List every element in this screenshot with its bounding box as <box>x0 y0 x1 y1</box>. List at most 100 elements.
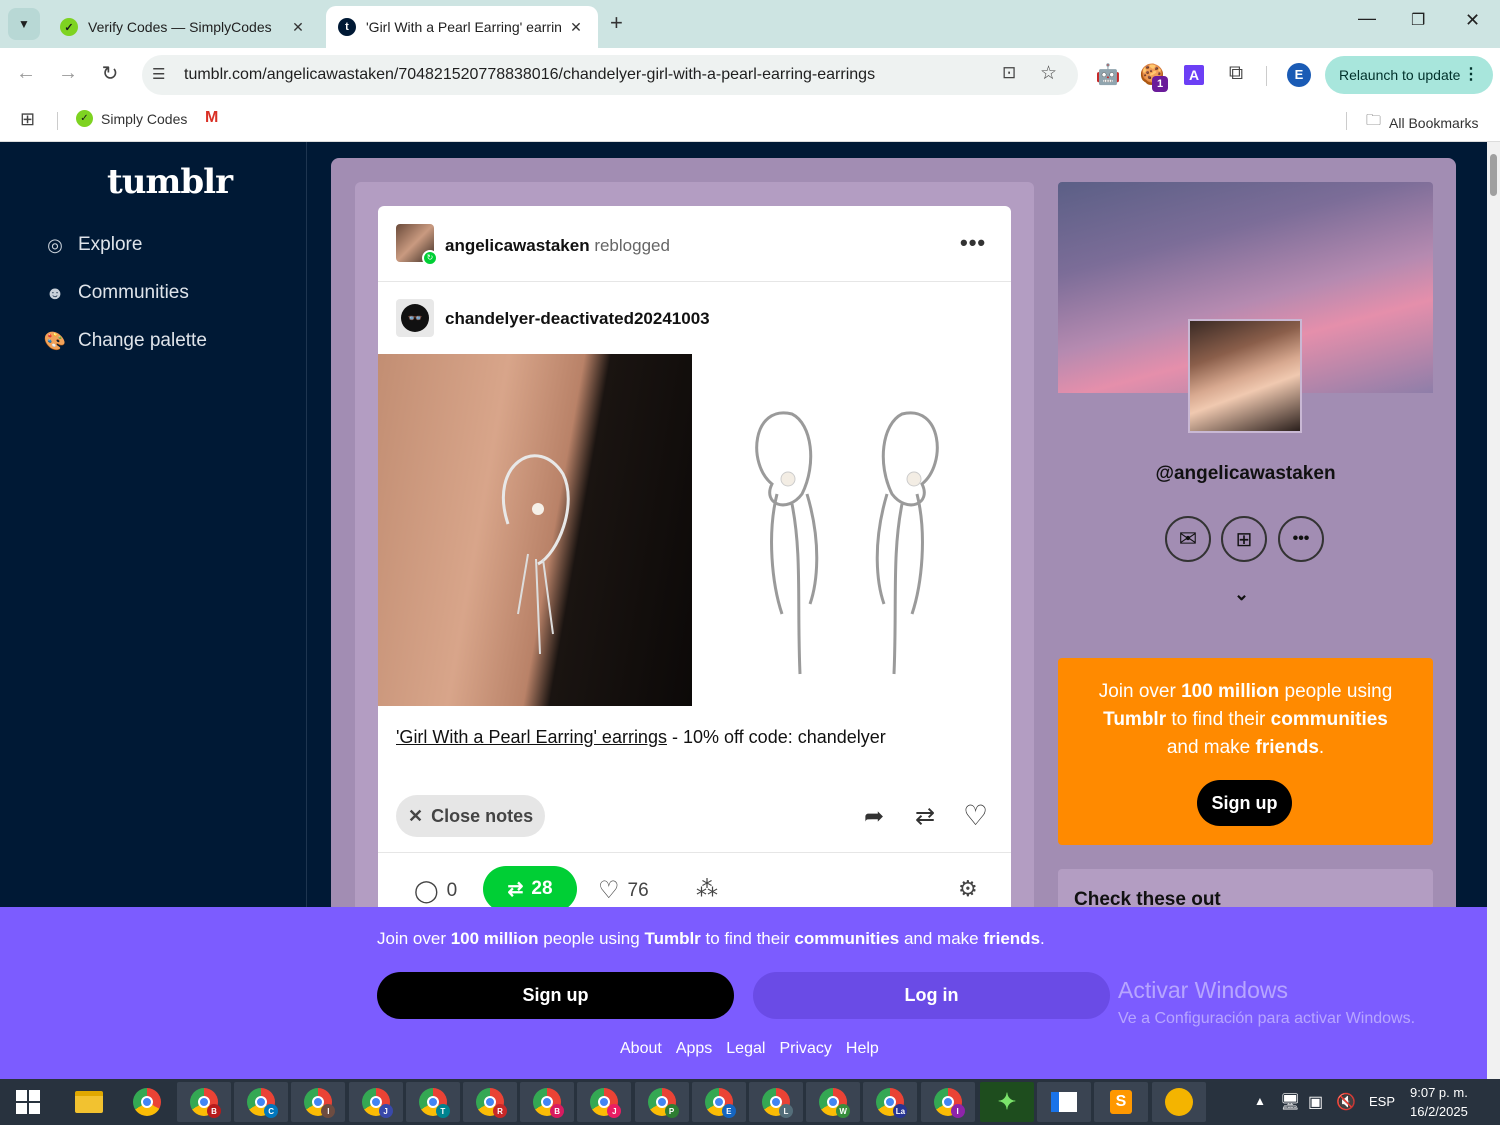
extension-a-icon[interactable]: A <box>1184 65 1204 85</box>
relaunch-button[interactable]: Relaunch to update ⋮ <box>1325 56 1493 94</box>
reload-icon[interactable]: ↻ <box>96 61 124 86</box>
taskbar-chrome-window[interactable]: B <box>177 1082 231 1122</box>
new-tab-button[interactable]: + <box>610 10 623 36</box>
taskbar-chrome-window[interactable]: La <box>863 1082 918 1122</box>
page-scrollbar[interactable] <box>1487 142 1500 1079</box>
close-icon[interactable]: ✕ <box>566 19 586 36</box>
footer-link-about[interactable]: About <box>620 1040 662 1058</box>
promo-text-part: 100 million <box>1181 681 1280 702</box>
gmail-icon[interactable]: M <box>205 109 218 127</box>
nav-label: Communities <box>78 282 189 303</box>
profile-badge: P <box>664 1104 679 1118</box>
extensions-puzzle-icon[interactable]: ⧉ <box>1222 62 1250 85</box>
filter-sliders-icon[interactable]: ⚙ <box>958 876 978 902</box>
menu-dots-icon[interactable]: ⋮ <box>1463 64 1479 84</box>
promo-signup-button[interactable]: Sign up <box>1197 780 1292 826</box>
taskbar-chrome-window[interactable]: P <box>634 1082 689 1122</box>
earrings-product-photo[interactable] <box>692 354 1011 706</box>
address-bar[interactable]: ☰ tumblr.com/angelicawastaken/7048215207… <box>142 55 1078 95</box>
more-options-icon[interactable]: ••• <box>960 230 986 256</box>
profile-badge: L <box>779 1104 793 1118</box>
banner-signup-button[interactable]: Sign up <box>377 972 734 1019</box>
minimize-button[interactable]: — <box>1358 8 1376 29</box>
reblogger-name[interactable]: angelicawastaken <box>445 236 590 255</box>
heart-icon[interactable]: ♡ <box>963 799 988 832</box>
all-bookmarks[interactable]: 🗀 All Bookmarks <box>1366 110 1478 135</box>
taskbar-chrome-window[interactable]: L <box>749 1082 803 1122</box>
back-icon[interactable]: ← <box>12 62 40 85</box>
network-icon[interactable]: 🖥 <box>1280 1092 1300 1112</box>
install-icon[interactable]: ⊡ <box>1002 63 1016 83</box>
reblog-icon[interactable]: ⇄ <box>915 802 935 831</box>
banner-login-button[interactable]: Log in <box>753 972 1110 1019</box>
taskbar-app-window[interactable] <box>1037 1082 1091 1122</box>
tray-chevron-icon[interactable]: ▲ <box>1254 1094 1266 1108</box>
nav-explore[interactable]: ◎ Explore <box>44 234 142 256</box>
share-icon[interactable]: ➦ <box>864 802 884 831</box>
nav-label: Change palette <box>78 330 207 351</box>
notes-tab-likes[interactable]: ♡ 76 <box>598 876 649 905</box>
taskbar-chrome-window[interactable]: R <box>463 1082 517 1122</box>
file-explorer-icon[interactable] <box>75 1091 103 1113</box>
chrome-icon[interactable] <box>133 1088 161 1116</box>
volume-muted-icon[interactable]: 🔇 <box>1336 1092 1356 1112</box>
taskbar-app-face[interactable] <box>1152 1082 1206 1122</box>
taskbar-chrome-window[interactable]: W <box>806 1082 861 1122</box>
close-icon[interactable]: ✕ <box>288 19 308 36</box>
close-notes-button[interactable]: ✕ Close notes <box>396 795 546 837</box>
scrollbar-thumb[interactable] <box>1490 154 1497 196</box>
forward-icon[interactable]: → <box>54 62 82 85</box>
chevron-down-icon[interactable]: ⌄ <box>1234 584 1249 605</box>
clock[interactable]: 9:07 p. m. 16/2/2025 <box>1410 1083 1468 1121</box>
bookmark-label: Simply Codes <box>101 110 188 127</box>
message-button[interactable]: ✉ <box>1165 516 1211 562</box>
like-count: 76 <box>627 879 649 901</box>
original-author-name[interactable]: chandelyer-deactivated20241003 <box>445 309 710 329</box>
blog-handle[interactable]: @angelicawastaken <box>1058 463 1433 485</box>
nav-change-palette[interactable]: 🎨 Change palette <box>44 330 207 352</box>
profile-avatar[interactable]: E <box>1287 63 1311 87</box>
star-icon[interactable]: ☆ <box>1040 62 1057 85</box>
taskbar-chrome-window[interactable]: I <box>920 1082 975 1122</box>
language-indicator[interactable]: ESP <box>1369 1094 1395 1109</box>
chevron-down-icon: ▼ <box>18 17 30 31</box>
taskbar-chrome-window[interactable]: J <box>577 1082 632 1122</box>
taskbar-sublime[interactable]: S <box>1094 1082 1148 1122</box>
taskbar-chrome-window[interactable]: E <box>691 1082 746 1122</box>
tab-simplycodes[interactable]: ✓ Verify Codes — SimplyCodes ✕ <box>48 6 320 48</box>
footer-link-help[interactable]: Help <box>846 1040 879 1058</box>
banner-text-part: people using <box>538 929 645 948</box>
nav-communities[interactable]: ☻ Communities <box>44 282 189 304</box>
tab-tumblr-post[interactable]: t 'Girl With a Pearl Earring' earrin ✕ <box>326 6 598 48</box>
tumblr-logo[interactable]: tumblr <box>107 162 233 202</box>
taskbar-chrome-window[interactable]: T <box>405 1082 460 1122</box>
earring-on-ear-photo[interactable] <box>378 354 692 706</box>
clock-date: 16/2/2025 <box>1410 1104 1468 1119</box>
notes-tab-reblogs[interactable]: ⇄ 28 <box>483 866 577 912</box>
face-icon <box>1165 1088 1193 1116</box>
taskbar-chrome-window[interactable]: B <box>520 1082 575 1122</box>
blog-avatar[interactable] <box>1188 319 1302 433</box>
original-author-avatar[interactable]: 👓 <box>396 299 434 337</box>
taskbar-chrome-window[interactable]: C <box>234 1082 289 1122</box>
start-windows-icon[interactable] <box>16 1090 40 1114</box>
close-window-button[interactable]: ✕ <box>1465 10 1480 31</box>
apps-grid-icon[interactable]: ⊞ <box>20 109 35 130</box>
follow-contact-button[interactable]: ⊞ <box>1221 516 1267 562</box>
taskbar-app-green[interactable]: ✦ <box>980 1082 1034 1122</box>
notes-tab-replies[interactable]: ◯ 0 <box>414 878 457 904</box>
taskbar-chrome-window[interactable]: I <box>291 1082 346 1122</box>
notification-icon[interactable]: ▣ <box>1308 1092 1323 1112</box>
bookmark-simplycodes[interactable]: ✓ Simply Codes <box>76 110 187 127</box>
site-settings-icon[interactable]: ☰ <box>152 65 165 83</box>
extension-robot-icon[interactable]: 🤖 <box>1094 62 1122 87</box>
restore-button[interactable]: ❐ <box>1411 10 1425 30</box>
product-link[interactable]: 'Girl With a Pearl Earring' earrings <box>396 727 667 747</box>
notes-tab-activity-icon[interactable]: ⁂ <box>696 876 718 902</box>
footer-link-apps[interactable]: Apps <box>676 1040 712 1058</box>
more-options-button[interactable]: ••• <box>1278 516 1324 562</box>
taskbar-chrome-window[interactable]: J <box>348 1082 403 1122</box>
footer-link-legal[interactable]: Legal <box>726 1040 765 1058</box>
tab-search-button[interactable]: ▼ <box>8 8 40 40</box>
footer-link-privacy[interactable]: Privacy <box>779 1040 831 1058</box>
